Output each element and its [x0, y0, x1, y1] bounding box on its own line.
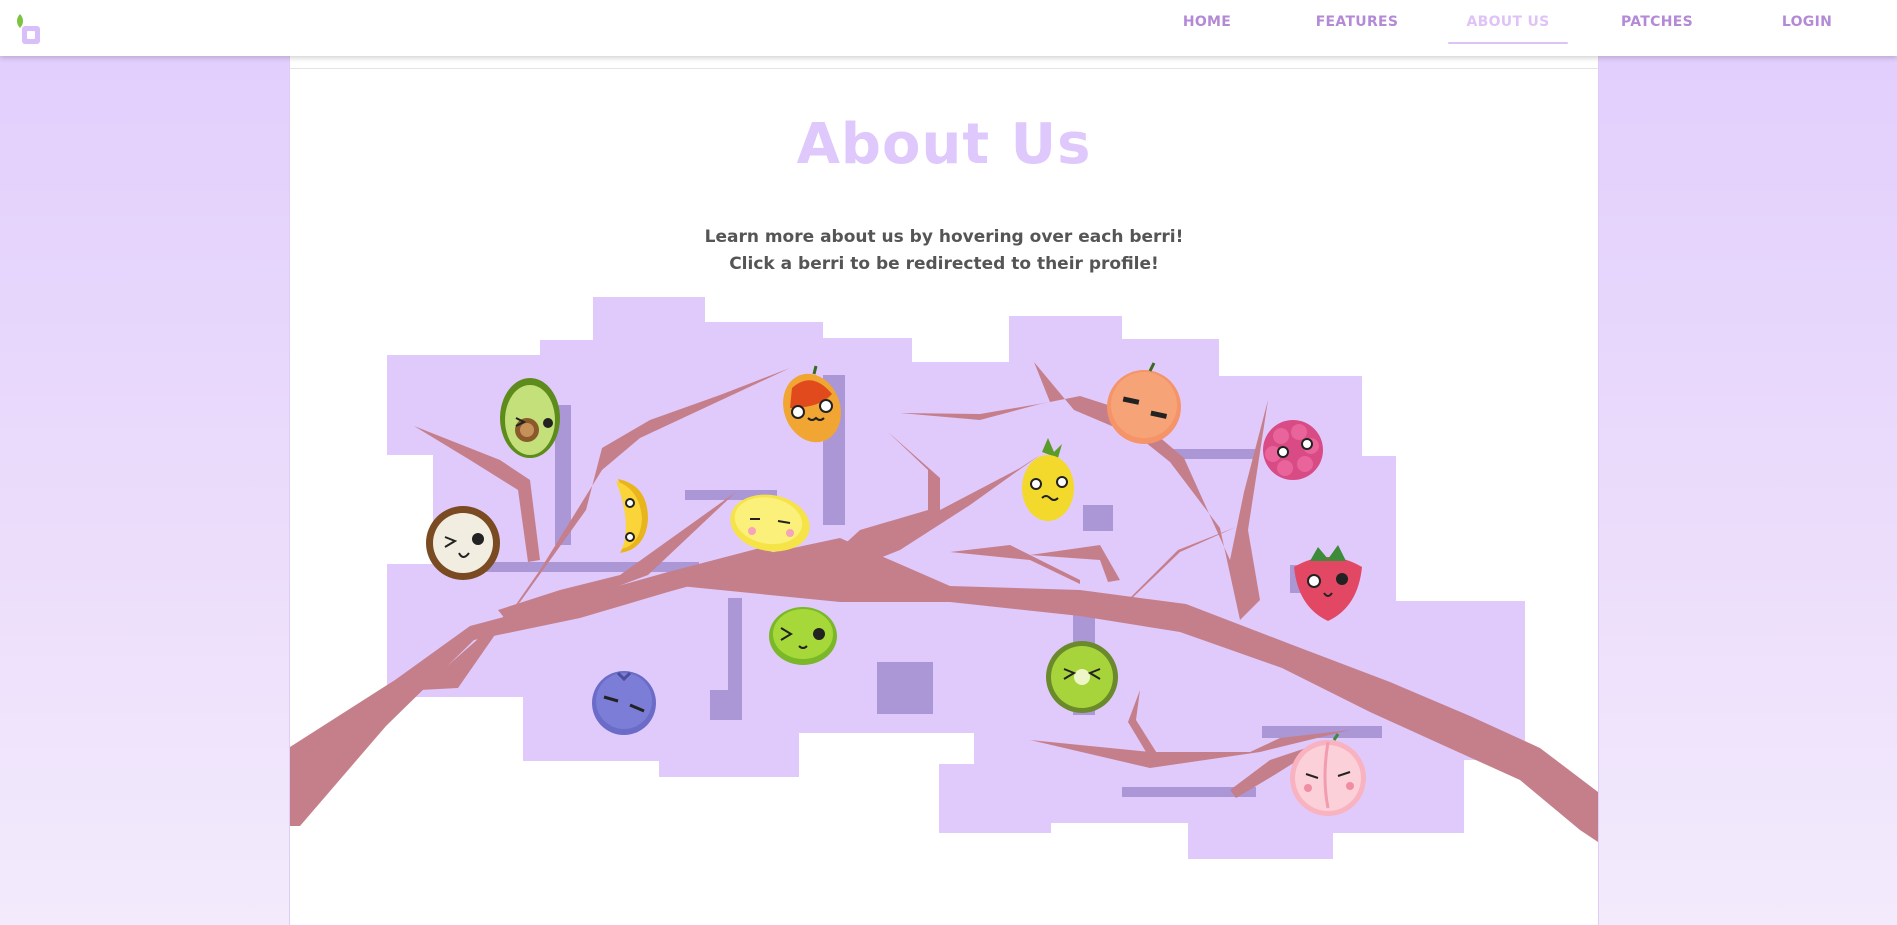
content-card: About Us Learn more about us by hovering…: [289, 56, 1599, 925]
nav-features-link[interactable]: FEATURES: [1312, 0, 1402, 44]
nav-login-link[interactable]: LOGIN: [1776, 0, 1838, 44]
top-navbar: HOME FEATURES ABOUT US PATCHES LOGIN: [0, 0, 1897, 56]
intro-text: Learn more about us by hovering over eac…: [290, 224, 1598, 278]
divider: [290, 68, 1598, 69]
blueberry-icon[interactable]: [592, 671, 656, 735]
raspberry-icon[interactable]: [1263, 420, 1323, 480]
nav-home-link[interactable]: HOME: [1172, 0, 1242, 44]
berri-logo-icon[interactable]: [14, 12, 44, 46]
intro-line-click: Click a berri to be redirected to their …: [729, 254, 1159, 274]
lime-icon[interactable]: [769, 607, 837, 665]
intro-line-hover: Learn more about us by hovering over eac…: [704, 227, 1184, 247]
nav-about-us-link[interactable]: ABOUT US: [1458, 0, 1558, 44]
page-title: About Us: [796, 112, 1092, 177]
coconut-icon[interactable]: [426, 506, 500, 580]
active-tab-underline: [1448, 42, 1568, 44]
avocado-icon[interactable]: [500, 378, 560, 458]
nav-patches-link[interactable]: PATCHES: [1616, 0, 1698, 44]
kiwi-icon[interactable]: [1046, 641, 1118, 713]
